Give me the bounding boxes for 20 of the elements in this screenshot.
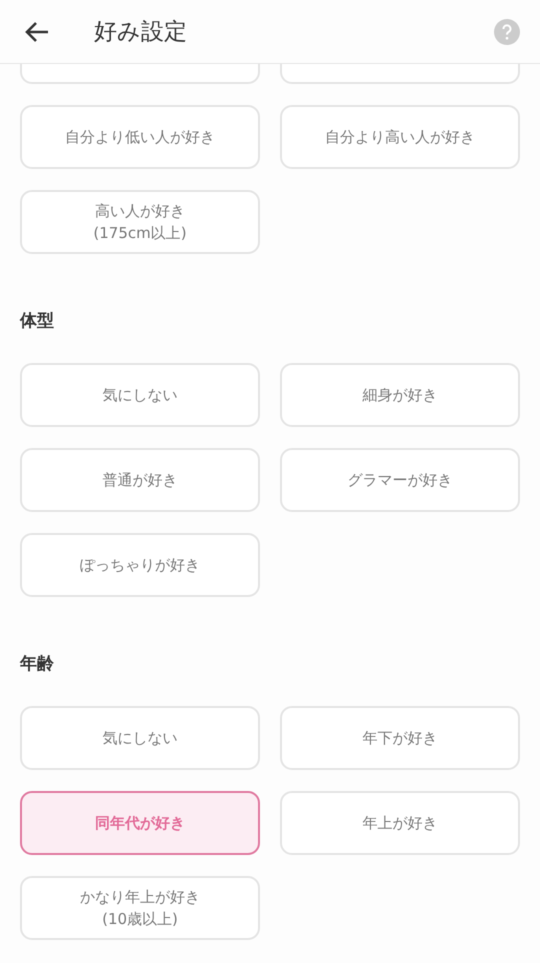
option-button[interactable]: 自分より低い人が好き	[20, 105, 260, 169]
option-button[interactable]	[20, 64, 260, 84]
option-button[interactable]: 普通が好き	[20, 448, 260, 512]
section-heading: 年齢	[20, 653, 55, 676]
option-button[interactable]: 細身が好き	[280, 363, 520, 427]
section-heading: 体型	[20, 310, 55, 333]
option-button[interactable]: 年上が好き	[280, 791, 520, 855]
option-button[interactable]	[280, 64, 520, 84]
option-button[interactable]: かなり年上が好き (10歳以上)	[20, 876, 260, 940]
option-button[interactable]: 年下が好き	[280, 706, 520, 770]
option-button[interactable]: 同年代が好き	[20, 791, 260, 855]
option-button[interactable]: 気にしない	[20, 706, 260, 770]
option-button[interactable]: 自分より高い人が好き	[280, 105, 520, 169]
help-icon[interactable]	[494, 18, 520, 44]
option-button[interactable]: ぽっちゃりが好き	[20, 533, 260, 597]
option-button[interactable]: 気にしない	[20, 363, 260, 427]
option-button[interactable]: グラマーが好き	[280, 448, 520, 512]
option-button[interactable]: 高い人が好き (175cm以上)	[20, 190, 260, 254]
back-arrow-icon[interactable]	[24, 20, 50, 42]
page-title: 好み設定	[94, 18, 188, 47]
